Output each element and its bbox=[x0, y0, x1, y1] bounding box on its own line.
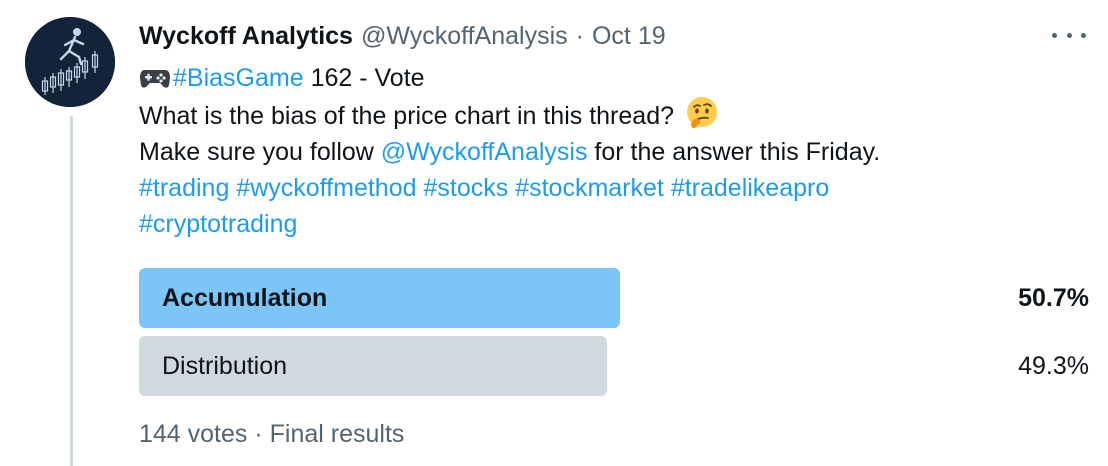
author-name[interactable]: Wyckoff Analytics bbox=[139, 22, 353, 51]
tweet-header: Wyckoff Analytics @WyckoffAnalysis · Oct… bbox=[139, 20, 666, 52]
hashtag-link[interactable]: #trading bbox=[139, 174, 229, 202]
hashtag-link[interactable]: #BiasGame bbox=[173, 64, 304, 92]
more-horizontal-icon bbox=[1052, 32, 1057, 38]
tweet-question-text: What is the bias of the price chart in t… bbox=[139, 102, 674, 130]
more-horizontal-icon bbox=[1081, 32, 1086, 38]
thinking-face-icon bbox=[686, 97, 717, 129]
tweet-line-3: Make sure you follow @WyckoffAnalysis fo… bbox=[139, 134, 1039, 170]
hashtags-row-2: #cryptotrading bbox=[139, 206, 1039, 242]
more-horizontal-icon bbox=[1066, 32, 1072, 38]
game-controller-icon bbox=[140, 70, 170, 88]
poll-summary: 144 votes · Final results bbox=[139, 420, 404, 449]
author-handle[interactable]: @WyckoffAnalysis bbox=[361, 22, 568, 51]
poll-option-percent: 50.7% bbox=[1018, 284, 1089, 312]
tweet-line-1-rest: 162 - Vote bbox=[303, 64, 425, 92]
hashtags-row-1: #trading #wyckoffmethod #stocks #stockma… bbox=[139, 170, 1039, 206]
runner-logo-icon bbox=[25, 17, 115, 107]
poll-option-label: Accumulation bbox=[162, 284, 328, 312]
tweet-line-2: What is the bias of the price chart in t… bbox=[139, 96, 1039, 134]
hashtag-link[interactable]: #wyckoffmethod bbox=[236, 174, 416, 202]
tweet[interactable]: Wyckoff Analytics @WyckoffAnalysis · Oct… bbox=[0, 0, 1108, 466]
more-options-button[interactable] bbox=[1052, 22, 1086, 48]
poll-summary-separator: · bbox=[254, 420, 263, 448]
header-separator: · bbox=[575, 21, 584, 50]
poll: Accumulation 50.7% Distribution 49.3% bbox=[139, 268, 1089, 404]
follow-text-prefix: Make sure you follow bbox=[139, 138, 381, 166]
hashtag-link[interactable]: #cryptotrading bbox=[139, 210, 297, 238]
poll-option-label: Distribution bbox=[162, 352, 288, 380]
poll-option-distribution: Distribution 49.3% bbox=[139, 336, 1089, 396]
hashtag-link[interactable]: #stocks bbox=[423, 174, 508, 202]
hashtag-link[interactable]: #tradelikeapro bbox=[671, 174, 829, 202]
tweet-line-1: #BiasGame 162 - Vote bbox=[139, 60, 1039, 96]
tweet-date[interactable]: Oct 19 bbox=[592, 22, 666, 51]
thread-connector-line bbox=[70, 116, 73, 466]
poll-option-percent: 49.3% bbox=[1018, 352, 1089, 380]
avatar[interactable] bbox=[25, 17, 115, 107]
follow-text-suffix: for the answer this Friday. bbox=[587, 138, 881, 166]
poll-option-accumulation: Accumulation 50.7% bbox=[139, 268, 1089, 328]
mention-link[interactable]: @WyckoffAnalysis bbox=[381, 138, 588, 166]
poll-vote-count: 144 votes bbox=[139, 420, 248, 448]
tweet-text: #BiasGame 162 - Vote What is the bias of… bbox=[139, 60, 1039, 242]
poll-status: Final results bbox=[269, 420, 405, 448]
hashtag-link[interactable]: #stockmarket bbox=[515, 174, 664, 202]
